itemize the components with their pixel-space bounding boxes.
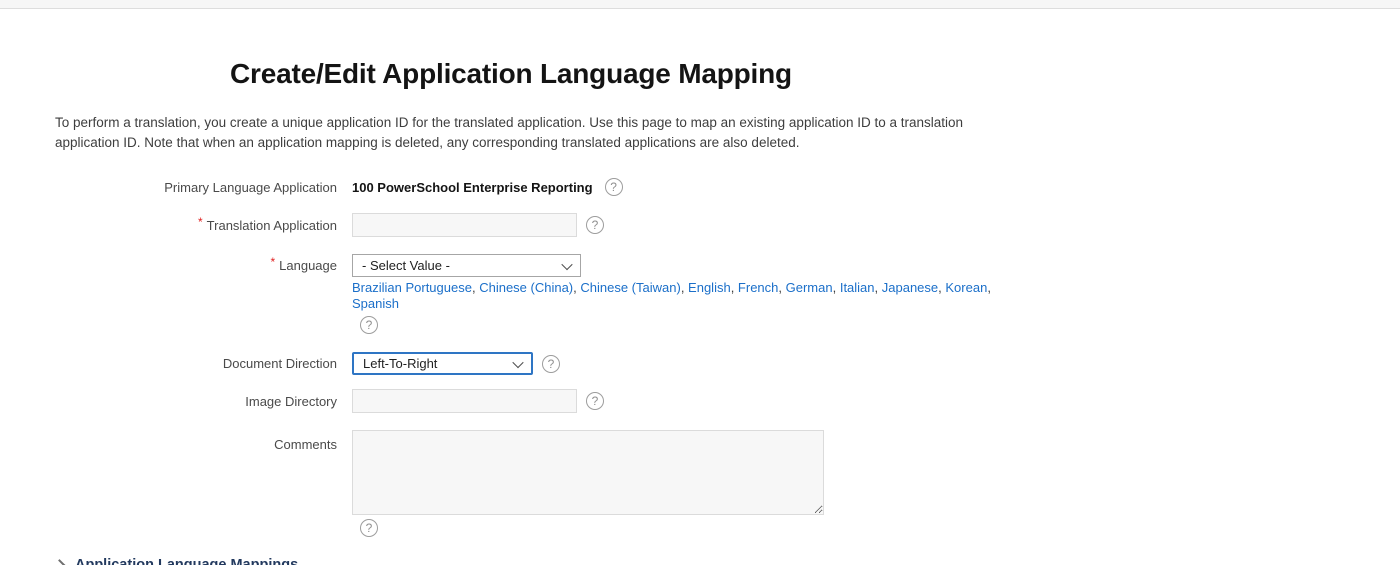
- chevron-down-icon: [561, 258, 572, 269]
- language-link[interactable]: Italian: [840, 280, 875, 295]
- field-language: * Language - Select Value - Brazilian Por…: [0, 254, 1400, 334]
- translation-application-input[interactable]: [352, 213, 577, 237]
- language-link[interactable]: Japanese: [882, 280, 938, 295]
- language-select[interactable]: - Select Value -: [352, 254, 581, 277]
- language-link-separator: ,: [875, 280, 882, 295]
- language-link-separator: ,: [731, 280, 738, 295]
- help-icon[interactable]: ?: [360, 519, 378, 537]
- field-translation-application: * Translation Application ?: [0, 213, 1400, 237]
- help-icon[interactable]: ?: [605, 178, 623, 196]
- mapping-form: Primary Language Application 100 PowerSc…: [0, 178, 1400, 537]
- document-direction-select-value: Left-To-Right: [363, 356, 437, 371]
- field-image-directory: Image Directory ?: [0, 389, 1400, 413]
- language-link[interactable]: Brazilian Portuguese: [352, 280, 472, 295]
- language-link[interactable]: French: [738, 280, 778, 295]
- language-link[interactable]: Korean: [945, 280, 987, 295]
- section-application-language-mappings[interactable]: Application Language Mappings: [55, 557, 1400, 565]
- language-link-separator: ,: [681, 280, 688, 295]
- language-links: Brazilian Portuguese, Chinese (China), C…: [352, 280, 992, 312]
- help-icon[interactable]: ?: [586, 216, 604, 234]
- language-label: Language: [279, 258, 337, 273]
- language-select-value: - Select Value -: [362, 258, 450, 273]
- image-directory-input[interactable]: [352, 389, 577, 413]
- required-asterisk: *: [198, 215, 203, 229]
- top-bar: [0, 0, 1400, 9]
- language-link-separator: ,: [987, 280, 991, 295]
- required-asterisk: *: [270, 255, 275, 269]
- field-comments: Comments ?: [0, 430, 1400, 537]
- help-icon[interactable]: ?: [586, 392, 604, 410]
- chevron-right-icon: [53, 559, 66, 565]
- help-icon[interactable]: ?: [542, 355, 560, 373]
- language-link-separator: ,: [778, 280, 785, 295]
- primary-language-application-value: 100 PowerSchool Enterprise Reporting: [352, 180, 593, 195]
- page-description: To perform a translation, you create a u…: [55, 113, 1007, 153]
- comments-textarea[interactable]: [352, 430, 824, 515]
- field-document-direction: Document Direction Left-To-Right ?: [0, 352, 1400, 375]
- language-link[interactable]: English: [688, 280, 731, 295]
- page: Create/Edit Application Language Mapping…: [0, 0, 1400, 565]
- document-direction-label: Document Direction: [0, 356, 337, 371]
- chevron-down-icon: [512, 356, 523, 367]
- document-direction-select[interactable]: Left-To-Right: [352, 352, 533, 375]
- language-link[interactable]: Spanish: [352, 296, 399, 311]
- language-link[interactable]: German: [786, 280, 833, 295]
- help-icon[interactable]: ?: [360, 316, 378, 334]
- comments-label: Comments: [0, 430, 337, 452]
- translation-application-label: Translation Application: [207, 218, 337, 233]
- image-directory-label: Image Directory: [0, 394, 337, 409]
- page-title: Create/Edit Application Language Mapping: [230, 58, 1400, 90]
- primary-language-application-label: Primary Language Application: [0, 180, 337, 195]
- section-title: Application Language Mappings: [75, 557, 298, 565]
- field-primary-language-application: Primary Language Application 100 PowerSc…: [0, 178, 1400, 196]
- language-link[interactable]: Chinese (China): [479, 280, 573, 295]
- language-link[interactable]: Chinese (Taiwan): [580, 280, 680, 295]
- language-link-separator: ,: [833, 280, 840, 295]
